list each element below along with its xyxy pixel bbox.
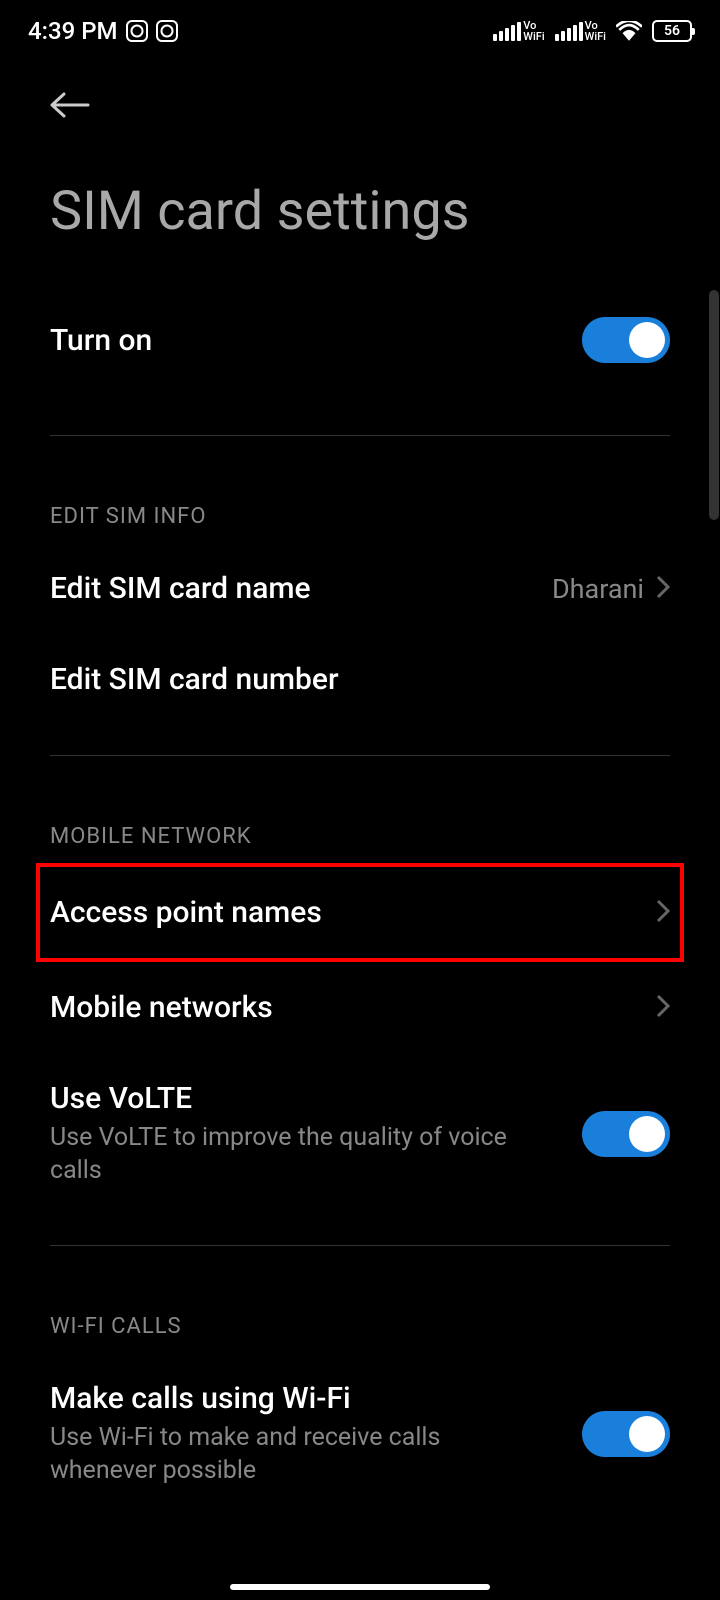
- home-indicator[interactable]: [230, 1584, 490, 1590]
- divider: [50, 435, 670, 436]
- volte-label: Use VoLTE: [50, 1081, 530, 1116]
- scroll-indicator[interactable]: [709, 290, 719, 520]
- page-title: SIM card settings: [0, 124, 720, 289]
- section-mobile-network: MOBILE NETWORK: [50, 784, 670, 863]
- apn-label: Access point names: [50, 895, 656, 930]
- volte-item[interactable]: Use VoLTE Use VoLTE to improve the quali…: [50, 1053, 670, 1215]
- divider: [50, 755, 670, 756]
- section-wifi-calls: WI-FI CALLS: [50, 1274, 670, 1353]
- wifi-icon: [616, 21, 642, 41]
- wifi-calls-item[interactable]: Make calls using Wi-Fi Use Wi-Fi to make…: [50, 1353, 670, 1515]
- battery-icon: 56: [652, 20, 692, 42]
- header: [0, 62, 720, 124]
- chevron-right-icon: [656, 575, 670, 603]
- mobile-networks-item[interactable]: Mobile networks: [50, 962, 670, 1053]
- section-edit-sim-info: EDIT SIM INFO: [50, 464, 670, 543]
- edit-sim-name-value: Dharani: [552, 573, 644, 605]
- apn-item[interactable]: Access point names: [36, 863, 684, 962]
- edit-sim-name-item[interactable]: Edit SIM card name Dharani: [50, 543, 670, 634]
- signal-sim1-icon: VoWiFi: [493, 20, 544, 42]
- status-time: 4:39 PM: [28, 17, 118, 45]
- instagram-icon: [156, 20, 178, 42]
- chevron-right-icon: [656, 994, 670, 1022]
- mobile-networks-label: Mobile networks: [50, 990, 656, 1025]
- back-button[interactable]: [50, 90, 90, 120]
- volte-toggle[interactable]: [582, 1111, 670, 1157]
- divider: [50, 1245, 670, 1246]
- signal-sim2-icon: VoWiFi: [555, 20, 606, 42]
- turn-on-label: Turn on: [50, 323, 582, 358]
- wifi-calls-description: Use Wi-Fi to make and receive calls when…: [50, 1422, 550, 1487]
- wifi-calls-label: Make calls using Wi-Fi: [50, 1381, 550, 1416]
- arrow-left-icon: [50, 90, 90, 120]
- turn-on-item[interactable]: Turn on: [50, 289, 670, 391]
- turn-on-toggle[interactable]: [582, 317, 670, 363]
- chevron-right-icon: [656, 899, 670, 927]
- edit-sim-number-item[interactable]: Edit SIM card number: [50, 634, 670, 725]
- instagram-icon: [126, 20, 148, 42]
- status-bar: 4:39 PM VoWiFi VoWiFi 56: [0, 0, 720, 62]
- wifi-calls-toggle[interactable]: [582, 1411, 670, 1457]
- volte-description: Use VoLTE to improve the quality of voic…: [50, 1122, 530, 1187]
- edit-sim-number-label: Edit SIM card number: [50, 662, 670, 697]
- edit-sim-name-label: Edit SIM card name: [50, 571, 552, 606]
